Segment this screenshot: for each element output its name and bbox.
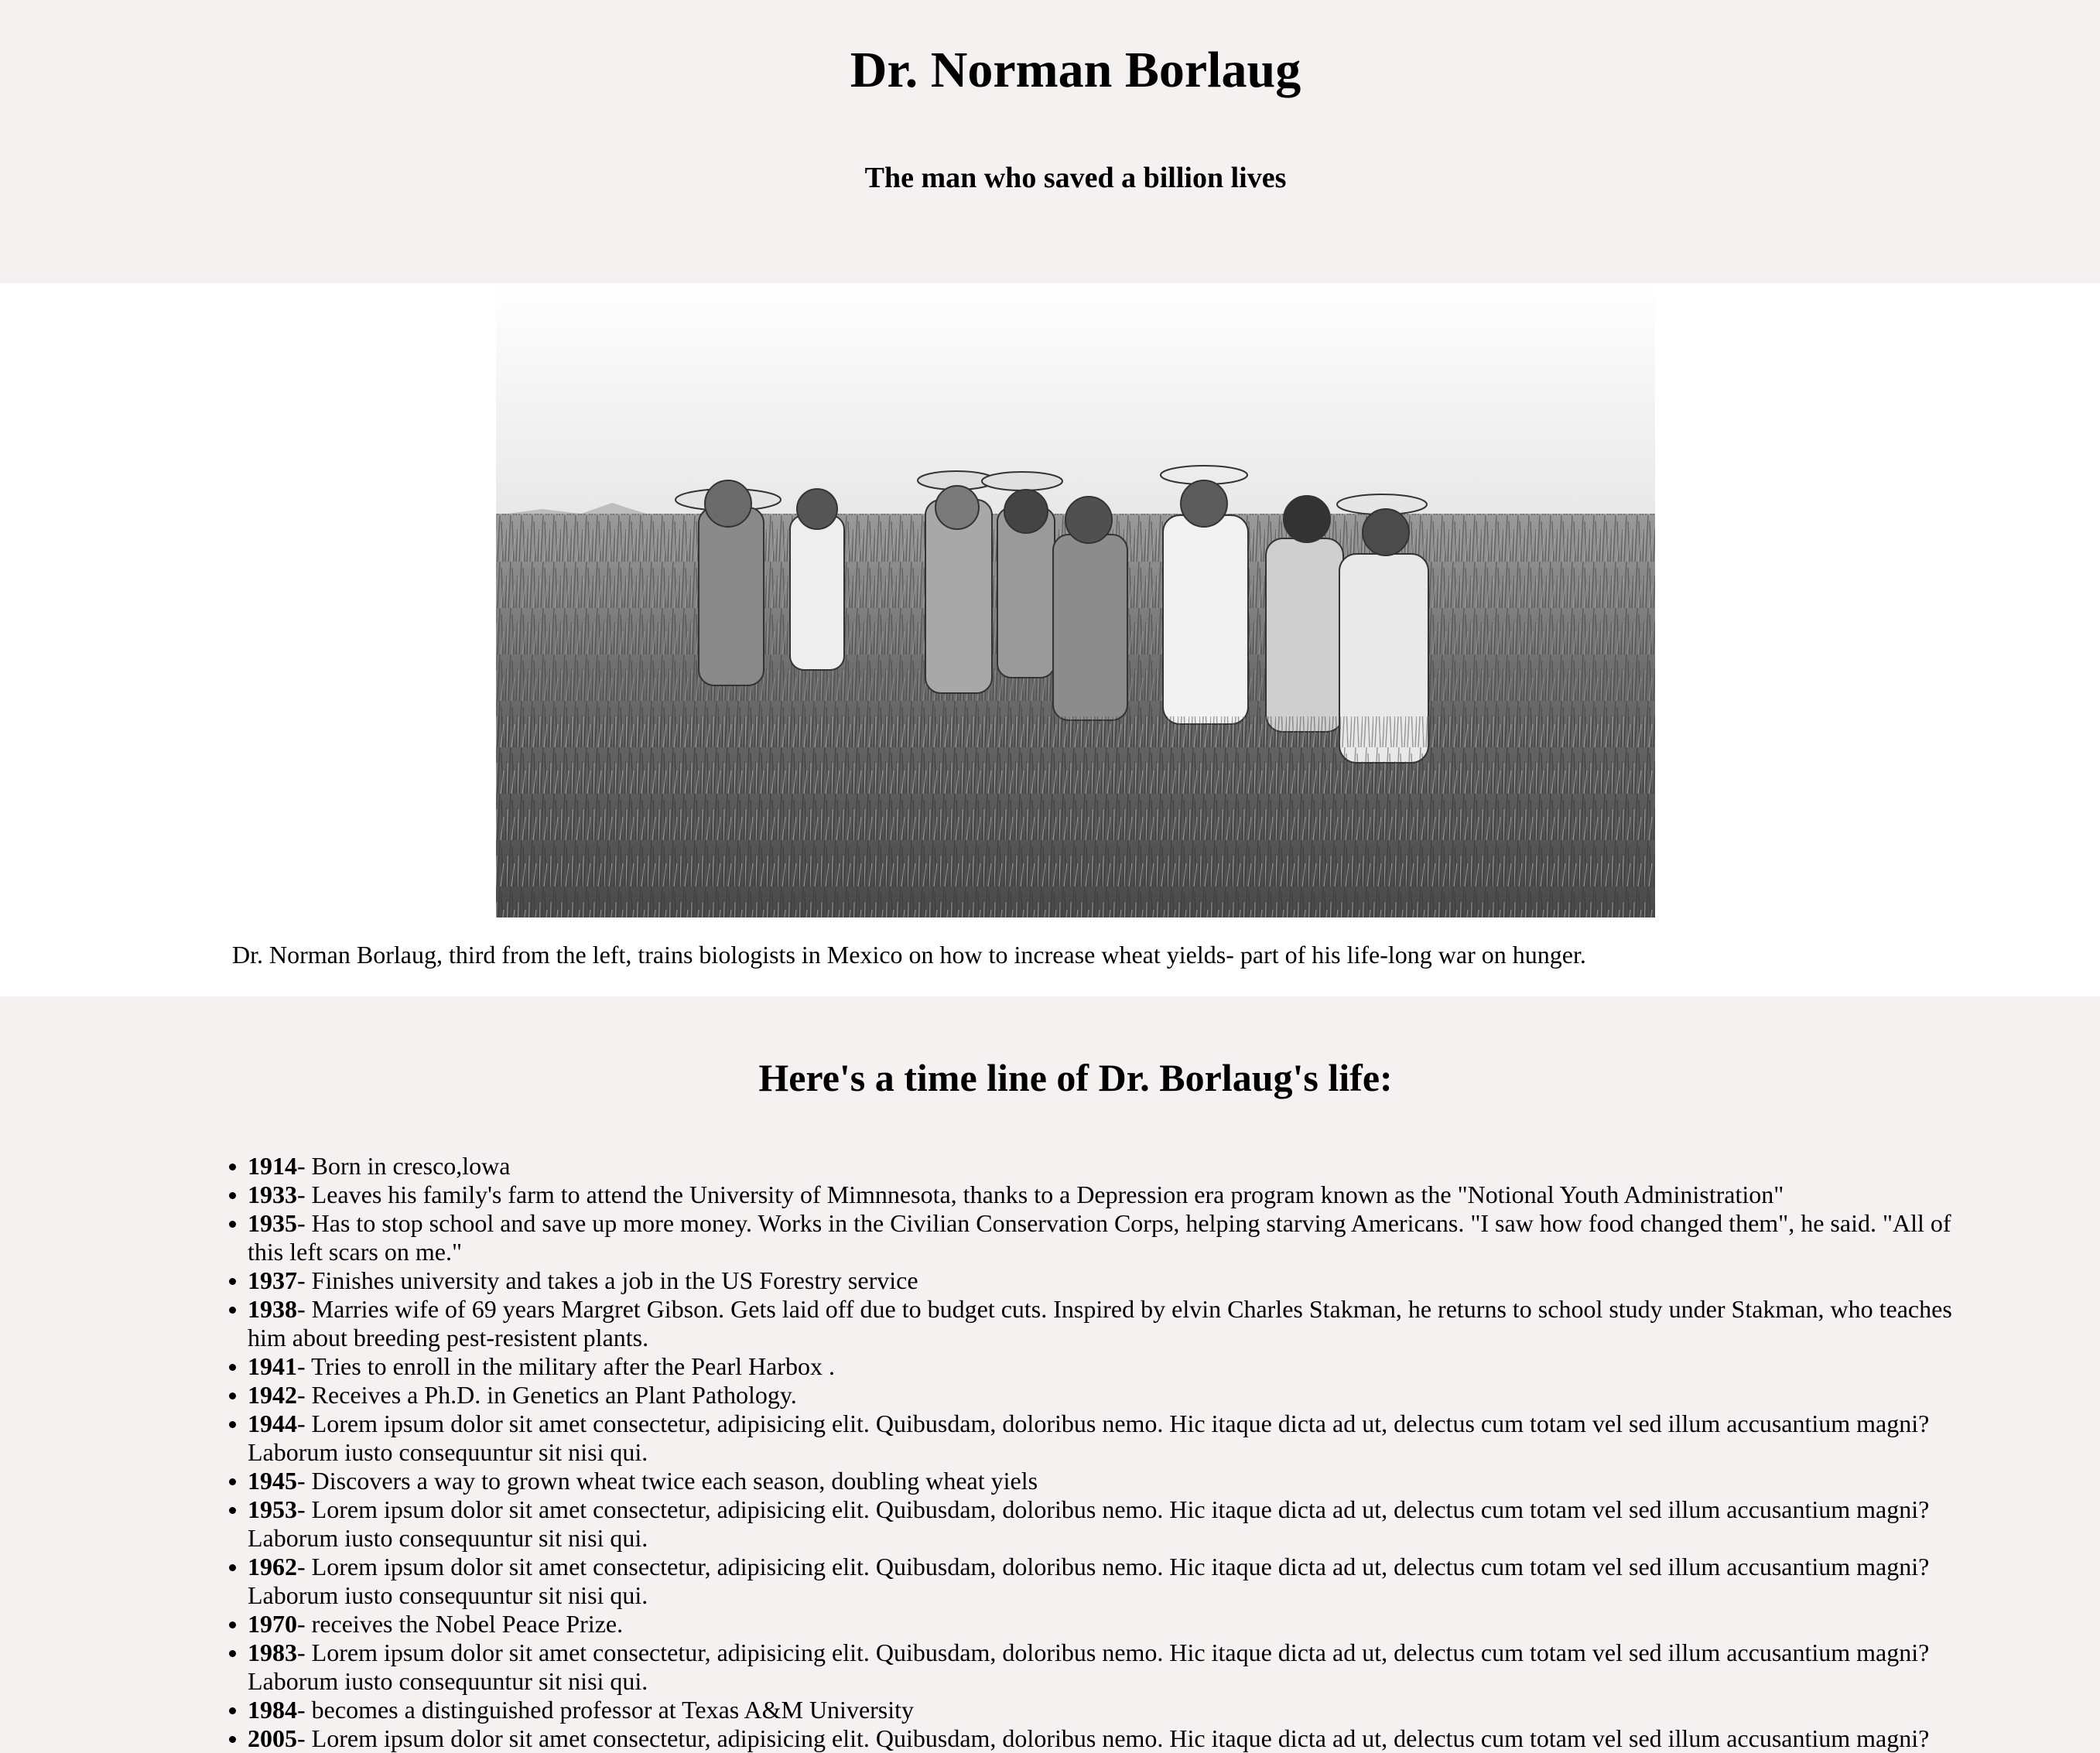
image-section: Dr. Norman Borlaug, third from the left,…: [0, 283, 2100, 996]
timeline-item: 1941- Tries to enroll in the military af…: [229, 1352, 1959, 1381]
timeline-text: - Marries wife of 69 years Margret Gibso…: [248, 1295, 1952, 1351]
timeline-year: 1933: [248, 1181, 297, 1208]
timeline-section: Here's a time line of Dr. Borlaug's life…: [0, 996, 2100, 1752]
timeline-text: - Leaves his family's farm to attend the…: [297, 1181, 1784, 1208]
timeline-year: 1984: [248, 1696, 297, 1724]
page-title: Dr. Norman Borlaug: [850, 42, 1301, 98]
timeline-text: - Born in cresco,lowa: [297, 1152, 511, 1180]
timeline-text: - Lorem ipsum dolor sit amet consectetur…: [248, 1639, 1930, 1695]
timeline-item: 1942- Receives a Ph.D. in Genetics an Pl…: [229, 1381, 1959, 1410]
timeline-item: 1945- Discovers a way to grown wheat twi…: [229, 1467, 1959, 1495]
timeline-year: 1941: [248, 1352, 297, 1380]
page-header: Dr. Norman Borlaug The man who saved a b…: [0, 0, 2100, 283]
timeline-text: - Tries to enroll in the military after …: [297, 1352, 835, 1380]
timeline-item: 1970- receives the Nobel Peace Prize.: [229, 1610, 1959, 1639]
photo-caption: Dr. Norman Borlaug, third from the left,…: [232, 941, 1586, 969]
timeline-item: 1914- Born in cresco,lowa: [229, 1152, 1959, 1181]
timeline-text: - Lorem ipsum dolor sit amet consectetur…: [248, 1410, 1930, 1466]
timeline-year: 1937: [248, 1266, 297, 1294]
timeline-item: 1983- Lorem ipsum dolor sit amet consect…: [229, 1639, 1959, 1696]
timeline-year: 1970: [248, 1610, 297, 1638]
timeline-item: 1938- Marries wife of 69 years Margret G…: [229, 1295, 1959, 1352]
timeline-heading: Here's a time line of Dr. Borlaug's life…: [758, 1056, 1393, 1099]
timeline-list: 1914- Born in cresco,lowa 1933- Leaves h…: [229, 1152, 1959, 1753]
timeline-text: - receives the Nobel Peace Prize.: [297, 1610, 624, 1638]
timeline-item: 2005- Lorem ipsum dolor sit amet consect…: [229, 1724, 1959, 1753]
timeline-year: 1935: [248, 1209, 297, 1237]
timeline-item: 1933- Leaves his family's farm to attend…: [229, 1181, 1959, 1209]
timeline-text: - Has to stop school and save up more mo…: [248, 1209, 1951, 1266]
timeline-item: 1953- Lorem ipsum dolor sit amet consect…: [229, 1495, 1959, 1553]
timeline-text: - Discovers a way to grown wheat twice e…: [297, 1467, 1038, 1495]
timeline-text: - becomes a distinguished professor at T…: [297, 1696, 915, 1724]
timeline-item: 1984- becomes a distinguished professor …: [229, 1696, 1959, 1724]
timeline-item: 1935- Has to stop school and save up mor…: [229, 1209, 1959, 1266]
timeline-text: - Receives a Ph.D. in Genetics an Plant …: [297, 1381, 797, 1409]
timeline-year: 1945: [248, 1467, 297, 1495]
timeline-text: - Finishes university and takes a job in…: [297, 1266, 918, 1294]
timeline-text: - Lorem ipsum dolor sit amet consectetur…: [248, 1553, 1930, 1609]
timeline-year: 1942: [248, 1381, 297, 1409]
borlaug-field-photo: [496, 283, 1655, 918]
timeline-item: 1944- Lorem ipsum dolor sit amet consect…: [229, 1410, 1959, 1467]
timeline-item: 1962- Lorem ipsum dolor sit amet consect…: [229, 1553, 1959, 1610]
timeline-year: 1953: [248, 1495, 297, 1523]
timeline-year: 1944: [248, 1410, 297, 1437]
timeline-text: - Lorem ipsum dolor sit amet consectetur…: [248, 1495, 1930, 1552]
timeline-year: 1938: [248, 1295, 297, 1323]
page-subtitle: The man who saved a billion lives: [864, 162, 1287, 194]
timeline-year: 1983: [248, 1639, 297, 1666]
timeline-item: 1937- Finishes university and takes a jo…: [229, 1266, 1959, 1295]
timeline-year: 1914: [248, 1152, 297, 1180]
timeline-year: 1962: [248, 1553, 297, 1580]
